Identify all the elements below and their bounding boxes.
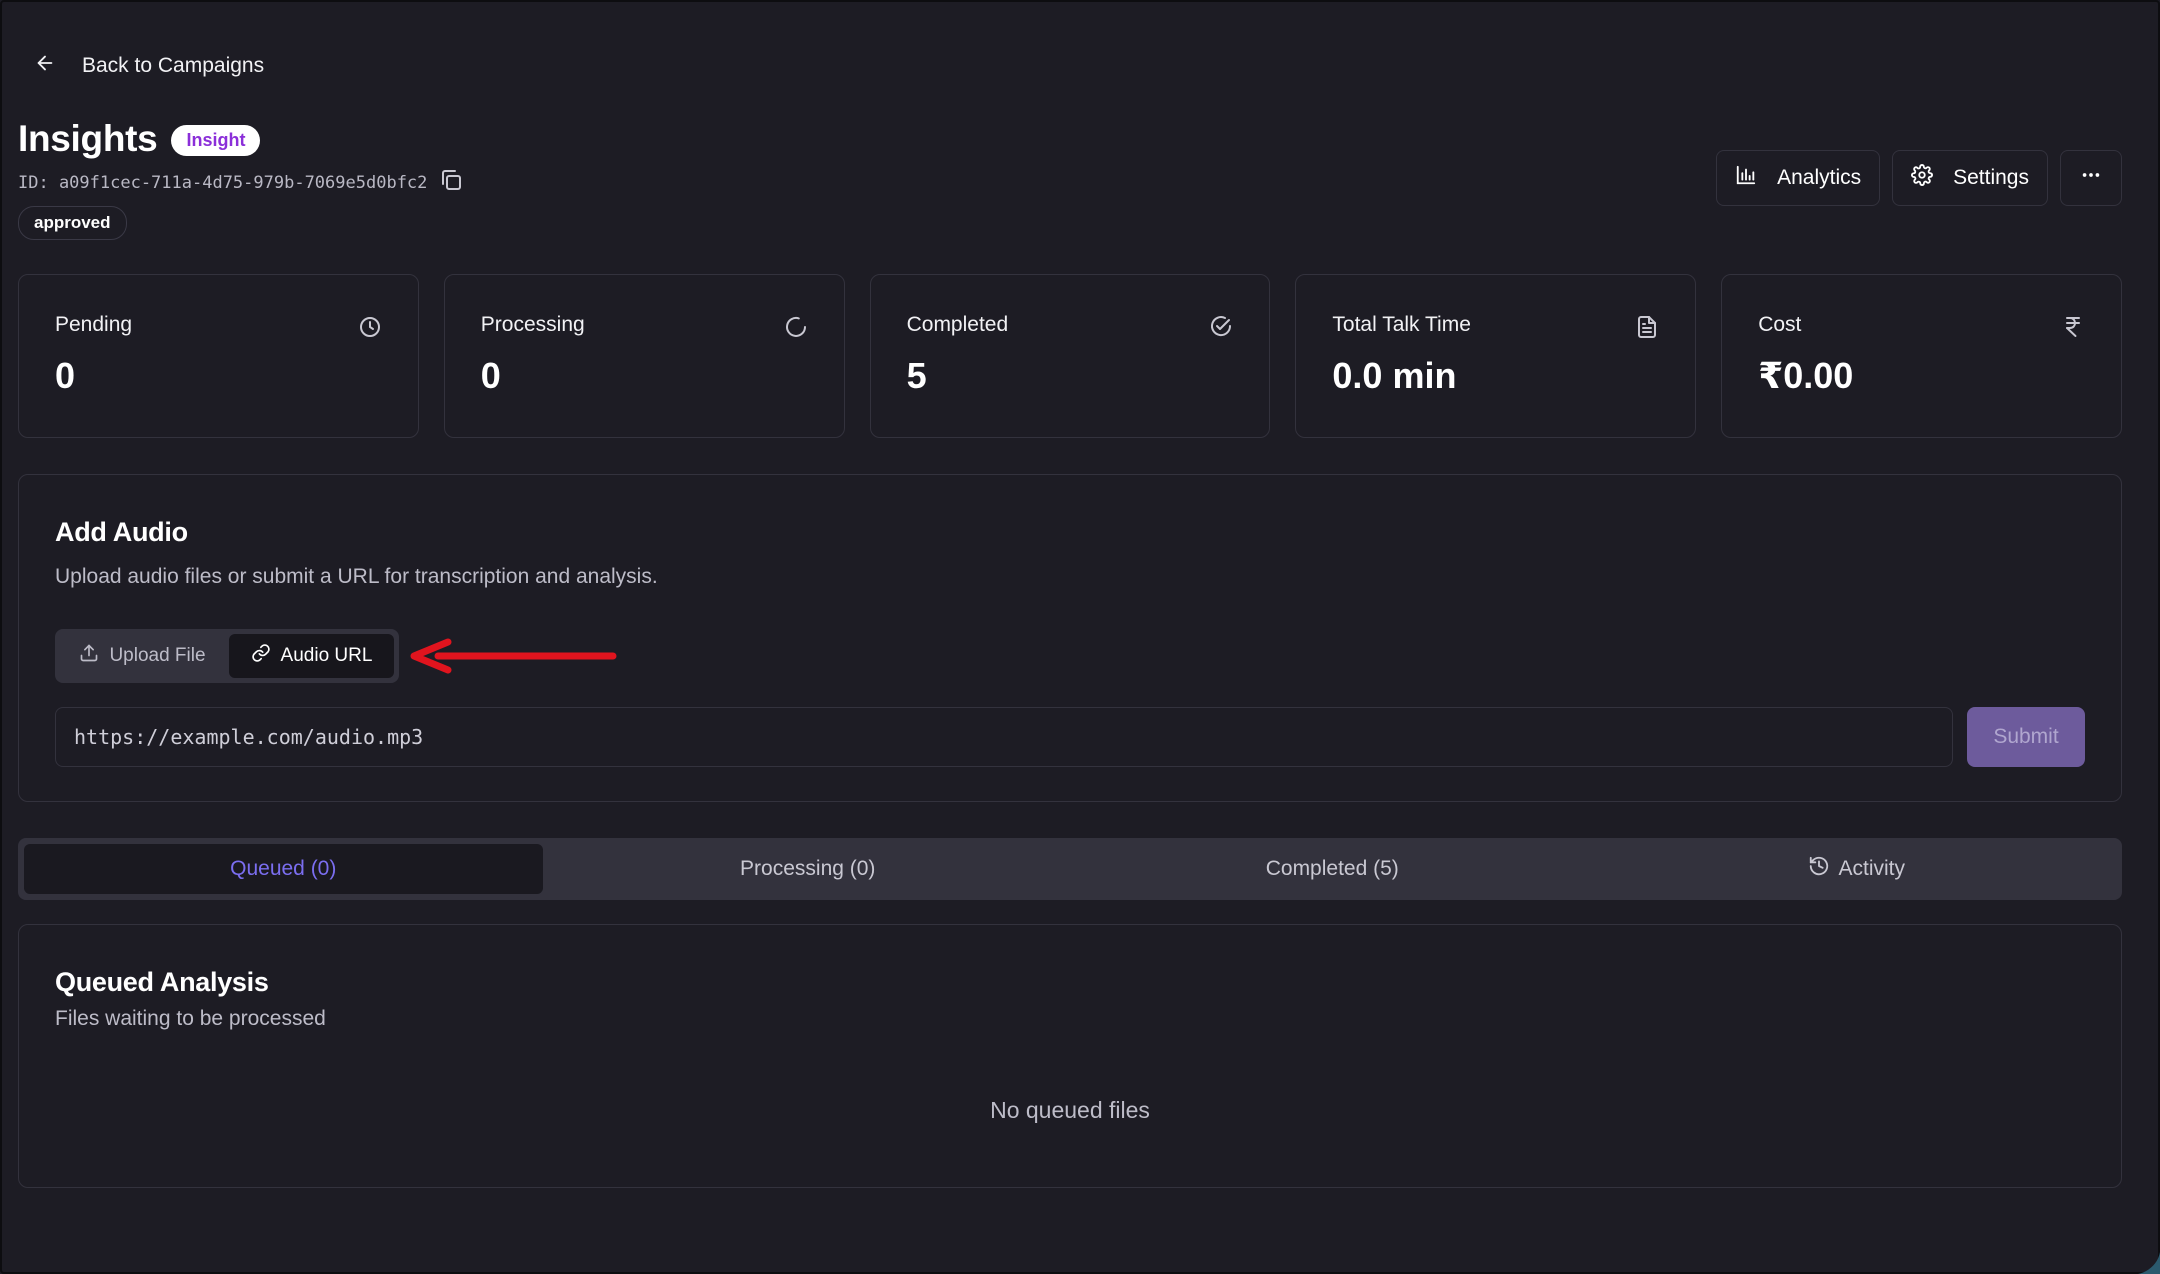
- audio-url-input[interactable]: [55, 707, 1953, 767]
- more-horizontal-icon: [2080, 164, 2102, 192]
- arrow-left-icon: [34, 52, 56, 80]
- id-row: ID: a09f1cec-711a-4d75-979b-7069e5d0bfc2: [18, 168, 463, 197]
- tab-label: Queued (0): [230, 857, 337, 880]
- stat-label: Total Talk Time: [1332, 313, 1471, 336]
- stat-value: 0: [55, 355, 76, 396]
- stat-value: ₹0.00: [1758, 355, 1854, 396]
- tab-completed[interactable]: Completed (5): [1073, 844, 1592, 894]
- back-to-campaigns-link[interactable]: Back to Campaigns: [34, 48, 264, 84]
- stat-value: 0: [480, 355, 501, 396]
- audio-source-toggle: Upload File Audio URL: [55, 629, 399, 683]
- add-audio-panel: Add Audio Upload audio files or submit a…: [18, 474, 2122, 802]
- stat-card-pending: Pending 0: [18, 274, 419, 438]
- tab-activity[interactable]: Activity: [1598, 844, 2117, 894]
- status-badge: approved: [18, 206, 127, 240]
- stats-row: Pending 0 Processing 0 Completed 5 Total…: [18, 274, 2122, 438]
- title-row: Insights Insight: [18, 118, 261, 160]
- copy-icon[interactable]: [439, 168, 463, 197]
- upload-file-label: Upload File: [109, 645, 206, 666]
- stat-card-talk-time: Total Talk Time 0.0 min: [1295, 274, 1697, 438]
- more-options-button[interactable]: [2060, 150, 2122, 206]
- tab-label: Processing (0): [740, 857, 876, 880]
- stat-card-cost: Cost ₹0.00: [1721, 274, 2122, 438]
- stat-card-processing: Processing 0: [443, 274, 845, 438]
- tab-processing[interactable]: Processing (0): [549, 844, 1068, 894]
- analytics-button[interactable]: Analytics: [1716, 150, 1881, 206]
- settings-button[interactable]: Settings: [1892, 150, 2048, 206]
- resize-corner-icon: [2138, 1252, 2160, 1274]
- check-circle-icon: [1209, 315, 1233, 339]
- analytics-label: Analytics: [1777, 166, 1862, 189]
- upload-file-tab[interactable]: Upload File: [60, 634, 225, 678]
- header-actions: Analytics Settings: [1716, 150, 2122, 206]
- upload-icon: [79, 643, 99, 669]
- link-icon: [251, 643, 271, 669]
- file-icon: [1635, 315, 1659, 339]
- tab-label: Activity: [1838, 857, 1905, 880]
- bar-chart-icon: [1735, 164, 1757, 192]
- spinner-icon: [784, 315, 808, 339]
- page-title: Insights: [18, 118, 158, 159]
- rupee-icon: [2061, 315, 2085, 339]
- type-badge: Insight: [171, 124, 261, 156]
- settings-label: Settings: [1953, 166, 2029, 189]
- add-audio-subtitle: Upload audio files or submit a URL for t…: [55, 565, 658, 588]
- submit-button[interactable]: Submit: [1967, 707, 2085, 767]
- queued-title: Queued Analysis: [55, 967, 269, 997]
- clock-icon: [358, 315, 382, 339]
- stat-card-completed: Completed 5: [869, 274, 1271, 438]
- tab-queued[interactable]: Queued (0): [24, 844, 543, 894]
- tab-label: Completed (5): [1265, 857, 1399, 880]
- stat-label: Processing: [480, 313, 585, 336]
- history-icon: [1808, 855, 1830, 883]
- stat-label: Cost: [1758, 313, 1802, 336]
- queued-analysis-panel: Queued Analysis Files waiting to be proc…: [18, 924, 2122, 1188]
- audio-url-tab[interactable]: Audio URL: [229, 634, 394, 678]
- stat-value: 5: [906, 355, 927, 396]
- empty-state-text: No queued files: [990, 1097, 1150, 1123]
- campaign-id: ID: a09f1cec-711a-4d75-979b-7069e5d0bfc2: [18, 172, 428, 193]
- annotation-arrow-icon: [410, 638, 617, 674]
- stat-value: 0.0 min: [1332, 355, 1457, 396]
- gear-icon: [1911, 164, 1934, 192]
- stat-label: Completed: [906, 313, 1009, 336]
- add-audio-title: Add Audio: [55, 517, 188, 547]
- audio-url-label: Audio URL: [280, 645, 373, 666]
- results-tabs: Queued (0) Processing (0) Completed (5) …: [18, 838, 2122, 900]
- queued-subtitle: Files waiting to be processed: [55, 1007, 326, 1030]
- back-label: Back to Campaigns: [82, 54, 265, 77]
- stat-label: Pending: [55, 313, 133, 336]
